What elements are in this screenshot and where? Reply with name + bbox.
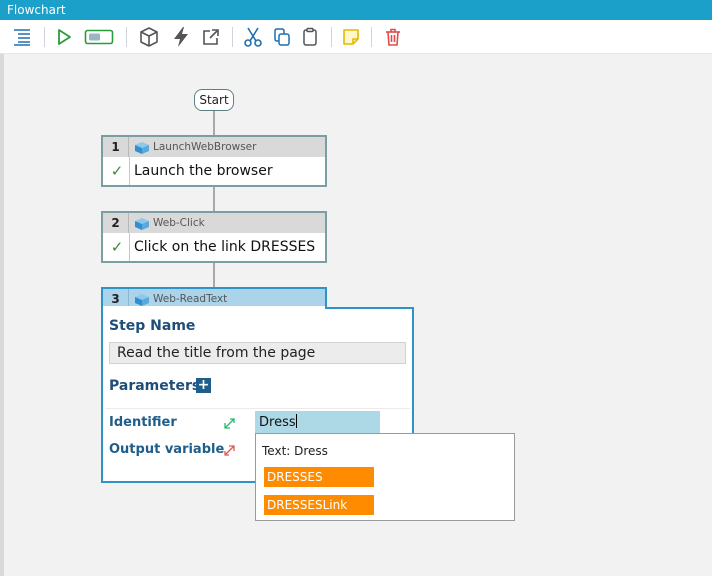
start-label: Start	[199, 93, 229, 107]
list-icon[interactable]	[10, 25, 34, 49]
panel-join	[103, 306, 325, 309]
lightning-icon[interactable]	[169, 25, 193, 49]
add-parameter-button[interactable]: +	[196, 378, 211, 393]
start-node[interactable]: Start	[194, 89, 234, 111]
toolbar-separator	[331, 27, 332, 47]
input-arrow-icon[interactable]	[222, 416, 236, 430]
step-type: LaunchWebBrowser	[153, 141, 257, 153]
step-number: 1	[103, 137, 129, 157]
toolbar-separator	[44, 27, 45, 47]
note-icon[interactable]	[339, 25, 363, 49]
toolbar-separator	[371, 27, 372, 47]
step-header: 1 LaunchWebBrowser	[103, 137, 325, 157]
step-type: Web-Click	[153, 217, 205, 229]
divider	[105, 408, 410, 409]
connector-line	[213, 187, 215, 212]
scissors-icon[interactable]	[241, 25, 265, 49]
checkmark-icon: ✓	[110, 238, 124, 256]
copy-icon[interactable]	[270, 25, 294, 49]
trash-icon[interactable]	[381, 25, 405, 49]
package-icon[interactable]	[137, 25, 161, 49]
step-body: ✓ Click on the link DRESSES	[103, 233, 325, 261]
identifier-input[interactable]: Dress	[255, 411, 380, 434]
text-caret	[295, 414, 297, 428]
step-name-input[interactable]: Read the title from the page	[109, 342, 406, 364]
step-description: Launch the browser	[134, 163, 273, 179]
identifier-value: Dress	[259, 415, 296, 430]
toolbar-separator	[232, 27, 233, 47]
toolbar	[0, 20, 712, 54]
step-header: 2 Web-Click	[103, 213, 325, 233]
output-arrow-icon[interactable]	[222, 443, 236, 457]
checkmark-icon: ✓	[110, 162, 124, 180]
suggestion-label: Text: Dress	[262, 444, 328, 458]
suggestion-dresses[interactable]: DRESSES	[264, 467, 374, 487]
output-variable-label: Output variable	[109, 442, 225, 457]
parameters-heading: Parameters	[109, 378, 201, 394]
step-body: ✓ Launch the browser	[103, 157, 325, 185]
window-title-bar: Flowchart	[0, 0, 712, 20]
external-link-icon[interactable]	[199, 25, 223, 49]
step-name-heading: Step Name	[109, 318, 196, 334]
cube-icon	[134, 293, 150, 314]
autocomplete-dropdown: Text: Dress DRESSES DRESSESLink	[255, 433, 515, 521]
window-title: Flowchart	[7, 3, 66, 17]
clipboard-icon[interactable]	[298, 25, 322, 49]
connector-line	[213, 111, 215, 136]
flow-step-1[interactable]: 1 LaunchWebBrowser ✓ Launch the browser	[101, 135, 327, 187]
divider	[129, 157, 130, 185]
step-number: 2	[103, 213, 129, 233]
suggestion-dresseslink[interactable]: DRESSESLink	[264, 495, 374, 515]
flow-step-2[interactable]: 2 Web-Click ✓ Click on the link DRESSES	[101, 211, 327, 263]
toggle-icon[interactable]	[82, 25, 116, 49]
play-icon[interactable]	[52, 25, 76, 49]
step-description: Click on the link DRESSES	[134, 239, 316, 255]
connector-line	[213, 263, 215, 288]
divider	[129, 233, 130, 261]
toolbar-separator	[126, 27, 127, 47]
identifier-label: Identifier	[109, 415, 177, 430]
